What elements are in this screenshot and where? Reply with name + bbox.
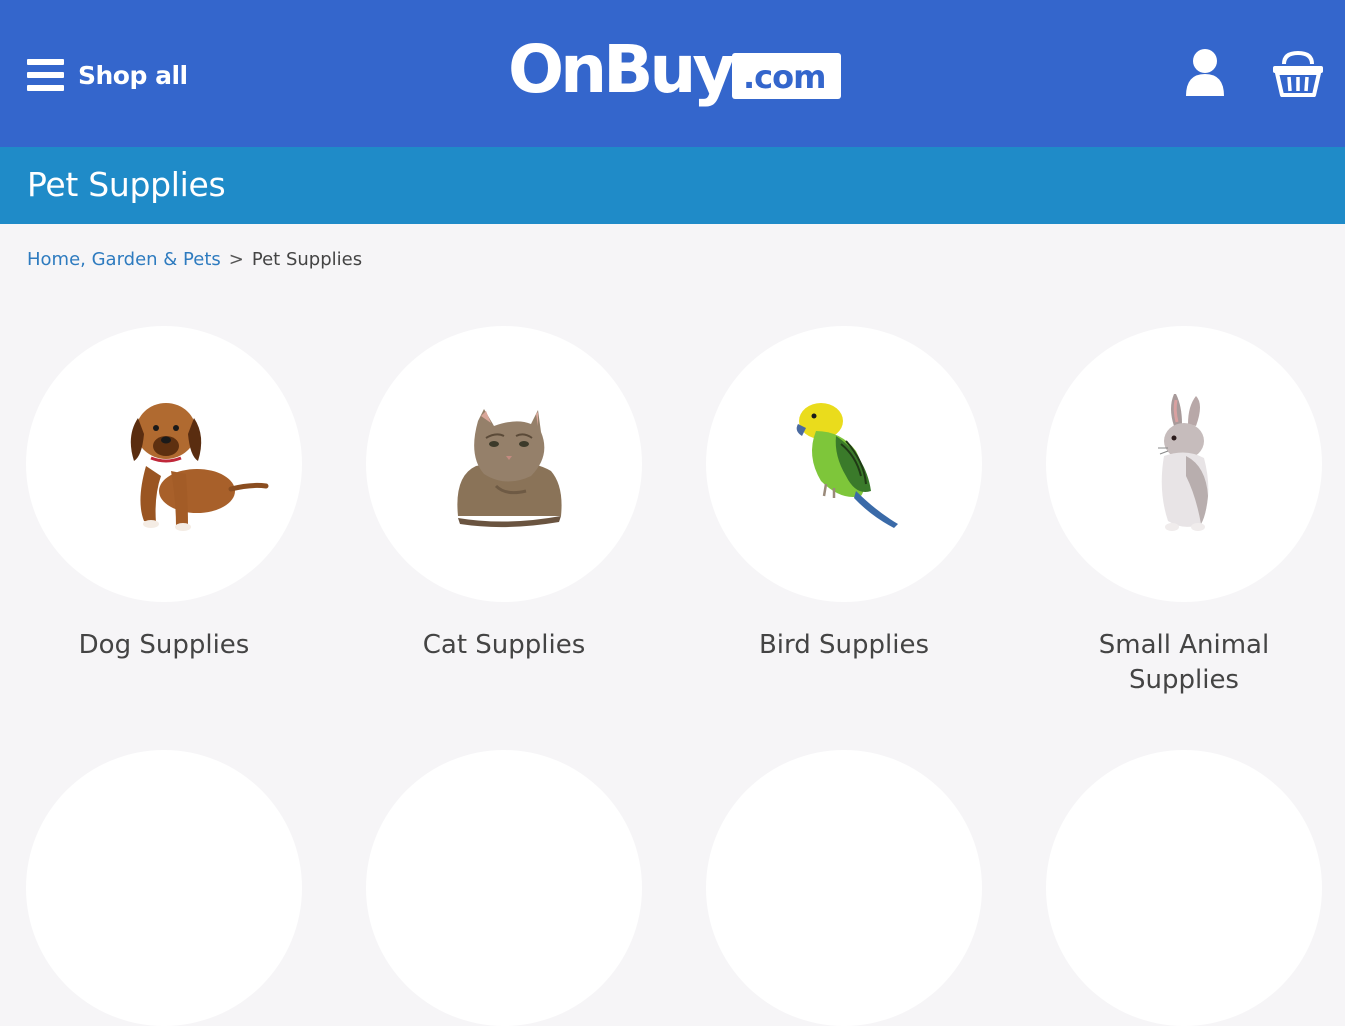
category-title-bar: Pet Supplies bbox=[0, 147, 1345, 224]
category-image-circle[interactable] bbox=[706, 326, 982, 602]
category-image-circle[interactable] bbox=[26, 326, 302, 602]
dog-image bbox=[130, 403, 269, 531]
category-image-circle-partial[interactable] bbox=[1046, 750, 1322, 1026]
breadcrumb-current: Pet Supplies bbox=[251, 249, 363, 270]
svg-text:OnBuy: OnBuy bbox=[508, 31, 734, 108]
category-label[interactable]: Small Animal Supplies bbox=[1014, 628, 1345, 698]
shop-all-label: Shop all bbox=[78, 60, 188, 90]
account-icon[interactable] bbox=[1184, 48, 1226, 98]
category-image-circle[interactable] bbox=[1046, 326, 1322, 602]
page-title: Pet Supplies bbox=[27, 165, 226, 204]
breadcrumb-separator: > bbox=[228, 249, 244, 270]
site-header: Shop all OnBuy .com bbox=[0, 0, 1345, 147]
breadcrumb-link-home-garden-pets[interactable]: Home, Garden & Pets bbox=[27, 249, 221, 270]
breadcrumb: Home, Garden & Pets > Pet Supplies bbox=[27, 249, 362, 270]
category-image-circle[interactable] bbox=[366, 326, 642, 602]
onbuy-logo[interactable]: OnBuy .com bbox=[508, 30, 848, 120]
svg-text:.com: .com bbox=[743, 58, 825, 96]
category-card-bird-supplies[interactable]: Bird Supplies bbox=[674, 326, 1014, 663]
cat-image bbox=[457, 409, 562, 528]
shop-all-button[interactable]: Shop all bbox=[27, 55, 188, 95]
rabbit-image bbox=[1158, 394, 1209, 531]
bird-image bbox=[796, 403, 898, 528]
category-label[interactable]: Dog Supplies bbox=[0, 628, 334, 663]
category-image-circle-partial[interactable] bbox=[706, 750, 982, 1026]
hamburger-menu-icon bbox=[27, 59, 64, 91]
category-label[interactable]: Cat Supplies bbox=[334, 628, 674, 663]
basket-icon[interactable] bbox=[1272, 50, 1324, 98]
category-image-circle-partial[interactable] bbox=[366, 750, 642, 1026]
category-card-dog-supplies[interactable]: Dog Supplies bbox=[0, 326, 334, 663]
category-label[interactable]: Bird Supplies bbox=[674, 628, 1014, 663]
category-card-small-animal-supplies[interactable]: Small Animal Supplies bbox=[1014, 326, 1345, 698]
category-card-cat-supplies[interactable]: Cat Supplies bbox=[334, 326, 674, 663]
category-image-circle-partial[interactable] bbox=[26, 750, 302, 1026]
